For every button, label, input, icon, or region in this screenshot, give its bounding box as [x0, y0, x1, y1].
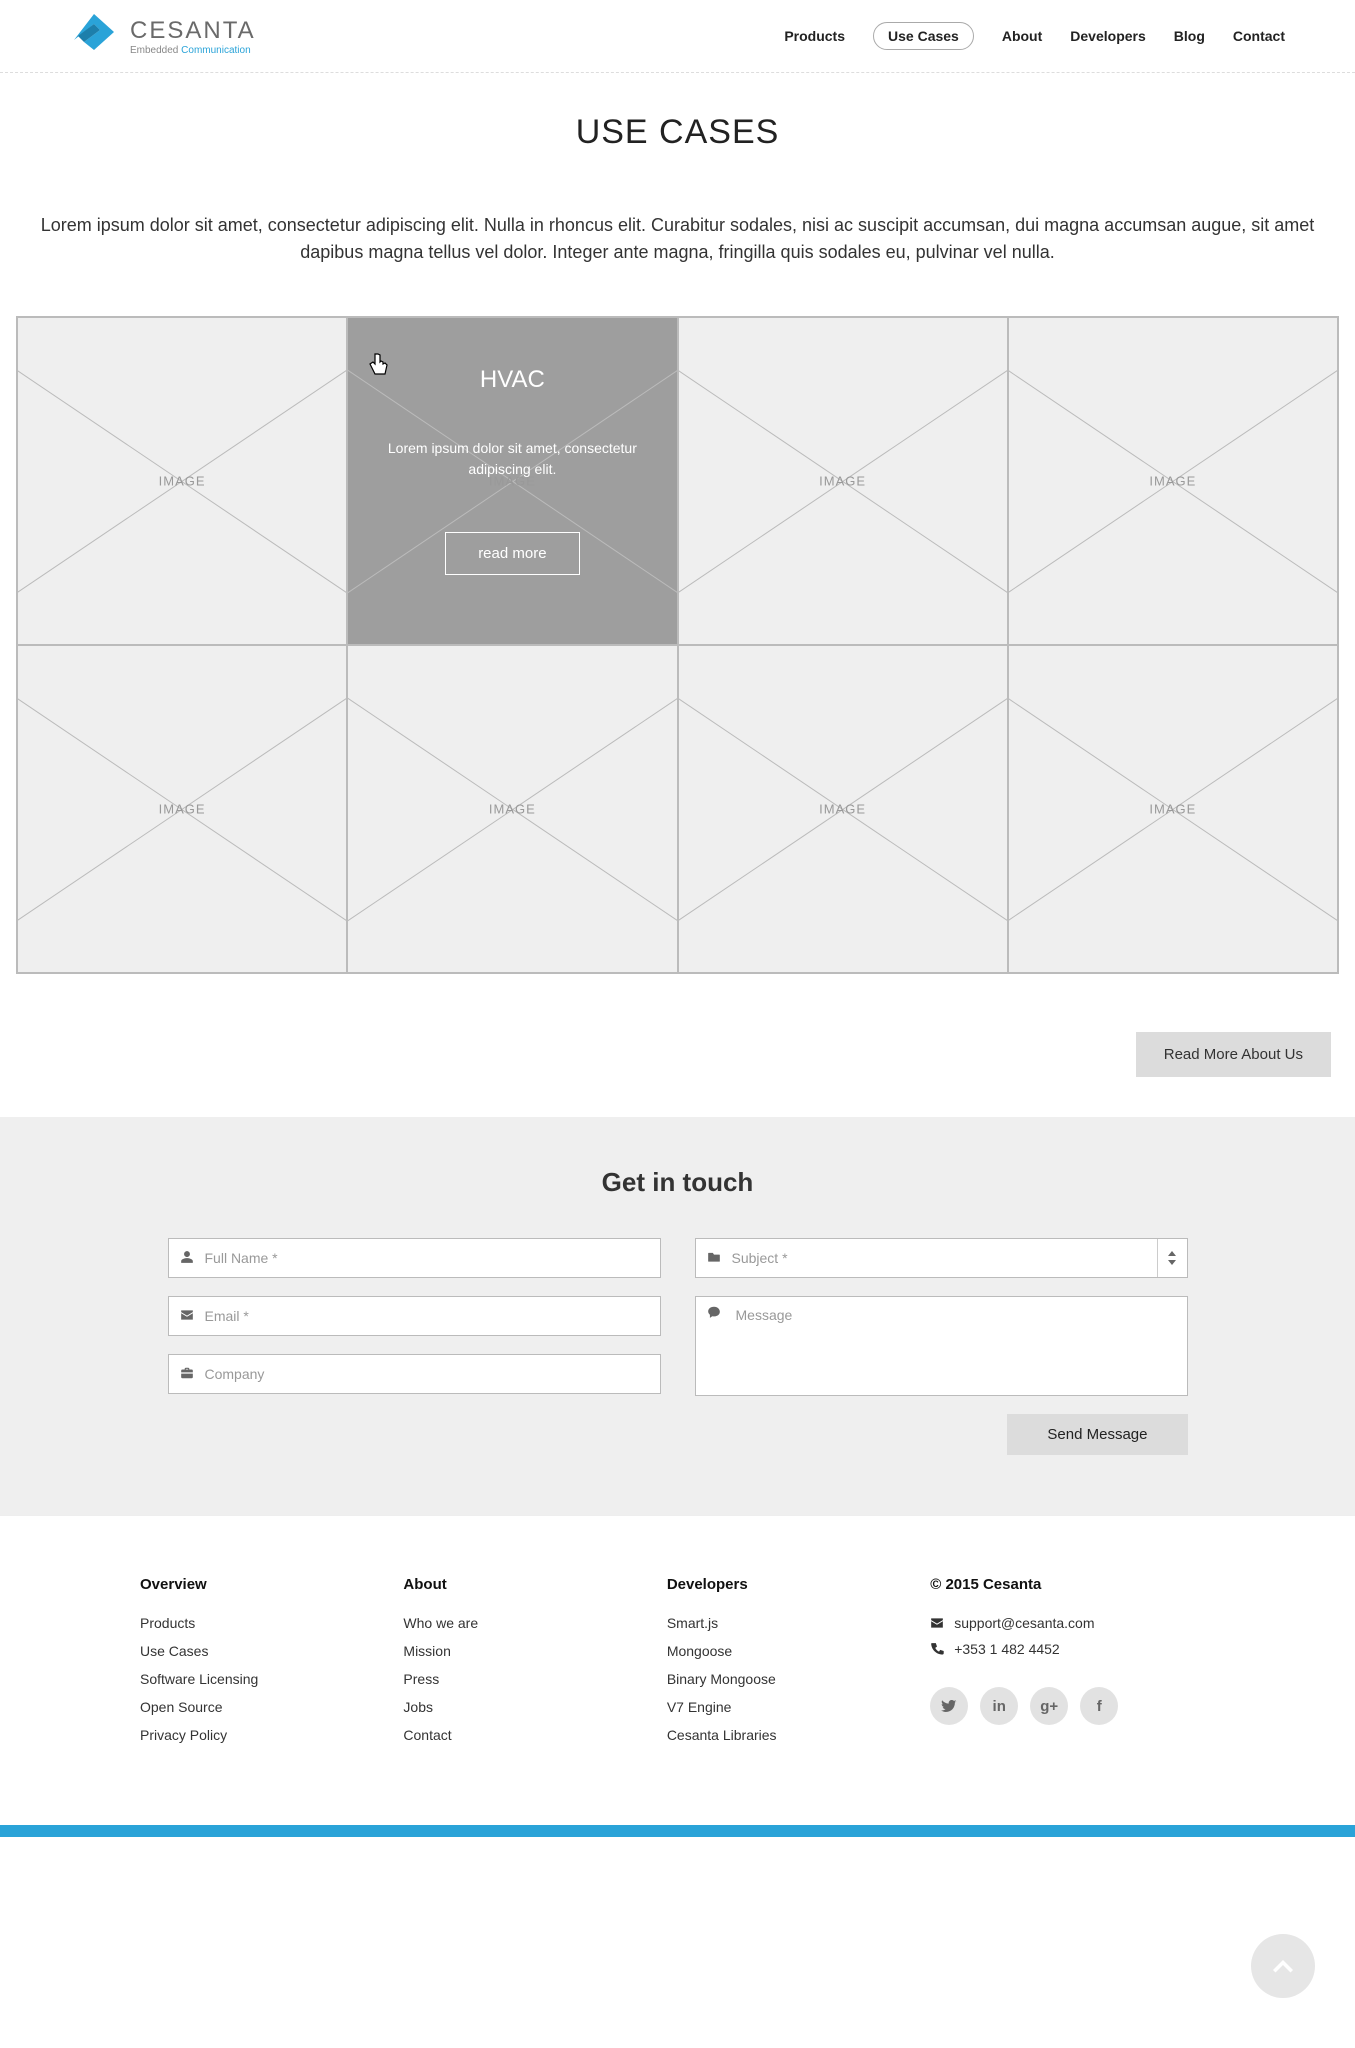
logo-icon: [70, 12, 118, 60]
chevron-updown-icon: [1157, 1239, 1187, 1277]
read-more-about-button[interactable]: Read More About Us: [1136, 1032, 1331, 1077]
image-placeholder-label: IMAGE: [1149, 802, 1196, 817]
intro-text: Lorem ipsum dolor sit amet, consectetur …: [0, 212, 1355, 266]
envelope-icon: [169, 1308, 205, 1325]
footer-link[interactable]: Smart.js: [667, 1615, 870, 1631]
footer-column: Overview Products Use Cases Software Licens…: [140, 1576, 343, 1755]
person-icon: [169, 1250, 205, 1267]
image-placeholder-label: IMAGE: [159, 802, 206, 817]
use-case-grid: IMAGEIMAGEHVACLorem ipsum dolor sit amet…: [16, 316, 1339, 974]
header: CESANTA Embedded Communication Products U…: [0, 0, 1355, 73]
footer-link[interactable]: Cesanta Libraries: [667, 1727, 870, 1743]
footer-contact-column: © 2015 Cesanta support@cesanta.com +353 1 …: [930, 1576, 1215, 1755]
nav-blog[interactable]: Blog: [1174, 28, 1205, 44]
nav-products[interactable]: Products: [784, 28, 845, 44]
footer-link[interactable]: Open Source: [140, 1699, 343, 1715]
pointer-cursor-icon: [368, 352, 390, 385]
image-placeholder-label: IMAGE: [819, 474, 866, 489]
grid-cell[interactable]: IMAGE: [678, 645, 1008, 973]
nav-contact[interactable]: Contact: [1233, 28, 1285, 44]
image-placeholder-label: IMAGE: [159, 474, 206, 489]
grid-cell[interactable]: IMAGEHVACLorem ipsum dolor sit amet, con…: [347, 317, 677, 645]
image-placeholder-label: IMAGE: [489, 802, 536, 817]
name-input-wrap: [168, 1238, 661, 1278]
briefcase-icon: [169, 1366, 205, 1383]
social-google-plus-icon[interactable]: g+: [1030, 1687, 1068, 1725]
footer-link[interactable]: Products: [140, 1615, 343, 1631]
brand-name: CESANTA: [130, 17, 256, 45]
logo[interactable]: CESANTA Embedded Communication: [70, 12, 256, 60]
email-input-wrap: [168, 1296, 661, 1336]
scroll-top-button[interactable]: [1251, 1934, 1315, 1998]
social-twitter-icon[interactable]: [930, 1687, 968, 1725]
footer-link[interactable]: Mission: [403, 1643, 606, 1659]
nav-use-cases[interactable]: Use Cases: [873, 22, 974, 50]
nav-developers[interactable]: Developers: [1070, 28, 1145, 44]
footer-link[interactable]: Who we are: [403, 1615, 606, 1631]
subject-select-wrap[interactable]: [695, 1238, 1188, 1278]
social-row: in g+ f: [930, 1687, 1215, 1725]
social-facebook-icon[interactable]: f: [1080, 1687, 1118, 1725]
footer-heading: Developers: [667, 1576, 870, 1593]
message-textarea-wrap: [695, 1296, 1188, 1396]
footer-email[interactable]: support@cesanta.com: [930, 1615, 1215, 1631]
contact-title: Get in touch: [0, 1167, 1355, 1198]
grid-cell-readmore-button[interactable]: read more: [445, 532, 579, 575]
main-nav: Products Use Cases About Developers Blog Cont…: [784, 22, 1285, 50]
footer-link[interactable]: V7 Engine: [667, 1699, 870, 1715]
social-linkedin-icon[interactable]: in: [980, 1687, 1018, 1725]
send-message-button[interactable]: Send Message: [1007, 1414, 1187, 1455]
image-placeholder-label: IMAGE: [819, 802, 866, 817]
envelope-icon: [930, 1616, 944, 1630]
footer-link[interactable]: Software Licensing: [140, 1671, 343, 1687]
subject-select[interactable]: [732, 1239, 1157, 1277]
footer-link[interactable]: Press: [403, 1671, 606, 1687]
grid-cell[interactable]: IMAGE: [17, 645, 347, 973]
folder-icon: [696, 1250, 732, 1267]
grid-cell[interactable]: IMAGE: [1008, 645, 1338, 973]
contact-section: Get in touch: [0, 1117, 1355, 1515]
chevron-up-icon: [1271, 1954, 1295, 1978]
footer-link[interactable]: Use Cases: [140, 1643, 343, 1659]
speech-icon: [696, 1305, 732, 1324]
footer-link[interactable]: Contact: [403, 1727, 606, 1743]
footer-heading: About: [403, 1576, 606, 1593]
grid-cell[interactable]: IMAGE: [1008, 317, 1338, 645]
footer-link[interactable]: Mongoose: [667, 1643, 870, 1659]
message-textarea[interactable]: [736, 1307, 1175, 1385]
footer-heading: Overview: [140, 1576, 343, 1593]
footer-phone[interactable]: +353 1 482 4452: [930, 1641, 1215, 1657]
company-input-wrap: [168, 1354, 661, 1394]
footer-link[interactable]: Jobs: [403, 1699, 606, 1715]
bottom-accent-bar: [0, 1825, 1355, 1837]
footer-column: Developers Smart.js Mongoose Binary Mongoos…: [667, 1576, 870, 1755]
grid-cell[interactable]: IMAGE: [678, 317, 1008, 645]
nav-about[interactable]: About: [1002, 28, 1042, 44]
grid-cell[interactable]: IMAGE: [17, 317, 347, 645]
page-title: USE CASES: [0, 113, 1355, 152]
footer-link[interactable]: Privacy Policy: [140, 1727, 343, 1743]
footer-column: About Who we are Mission Press Jobs Contact: [403, 1576, 606, 1755]
image-placeholder-label: IMAGE: [1149, 474, 1196, 489]
name-input[interactable]: [205, 1239, 660, 1277]
footer-link[interactable]: Binary Mongoose: [667, 1671, 870, 1687]
footer: Overview Products Use Cases Software Licens…: [0, 1515, 1355, 1825]
email-input[interactable]: [205, 1297, 660, 1335]
brand-tagline: Embedded Communication: [130, 45, 256, 56]
footer-copyright: © 2015 Cesanta: [930, 1576, 1215, 1593]
grid-cell-desc: Lorem ipsum dolor sit amet, consectetur …: [376, 438, 648, 480]
grid-cell[interactable]: IMAGE: [347, 645, 677, 973]
phone-icon: [930, 1642, 944, 1656]
grid-cell-hover: HVAC Lorem ipsum dolor sit amet, consecte…: [348, 318, 676, 644]
grid-cell-title: HVAC: [480, 366, 545, 394]
company-input[interactable]: [205, 1355, 660, 1393]
